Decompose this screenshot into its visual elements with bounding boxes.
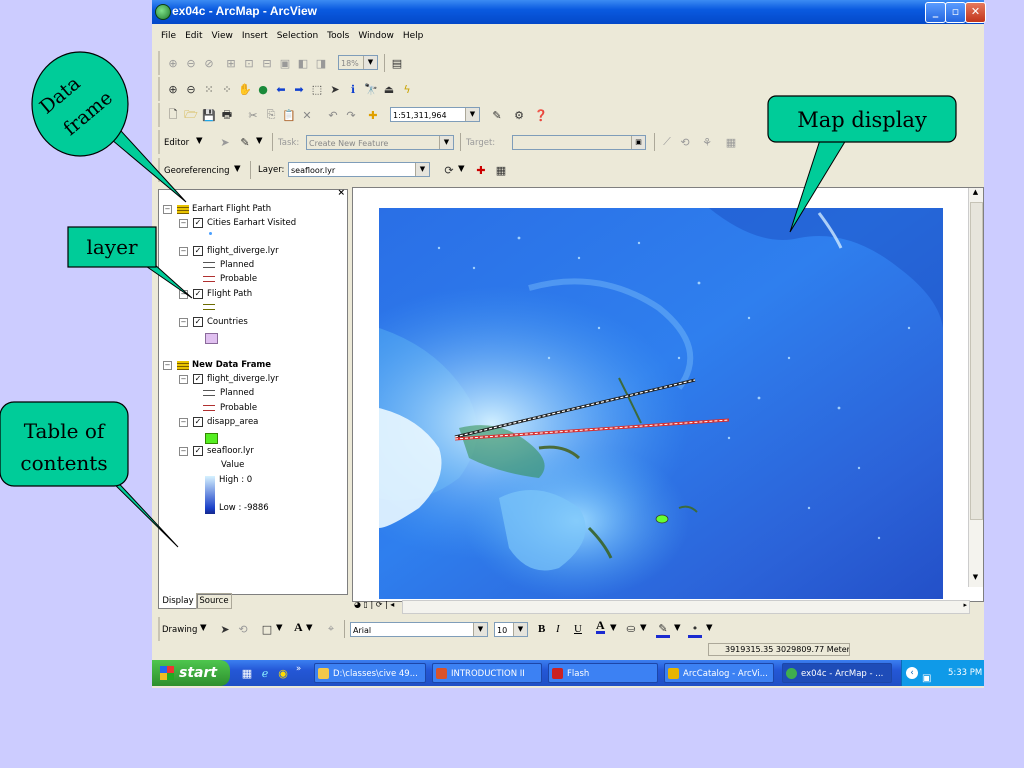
callout-table-of-contents: Table of contents bbox=[0, 401, 179, 548]
callout-map-display-text: Map display bbox=[797, 108, 927, 132]
callout-map-display: Map display bbox=[767, 95, 957, 233]
callout-layer: layer bbox=[67, 226, 193, 299]
callout-layer-text: layer bbox=[86, 235, 137, 259]
slide-callouts: Data frame layer Table of contents Map d… bbox=[0, 51, 957, 548]
callout-toc-line2: contents bbox=[20, 451, 107, 475]
callout-data-frame: Data frame bbox=[31, 51, 187, 203]
callout-toc-line1: Table of bbox=[24, 419, 106, 443]
